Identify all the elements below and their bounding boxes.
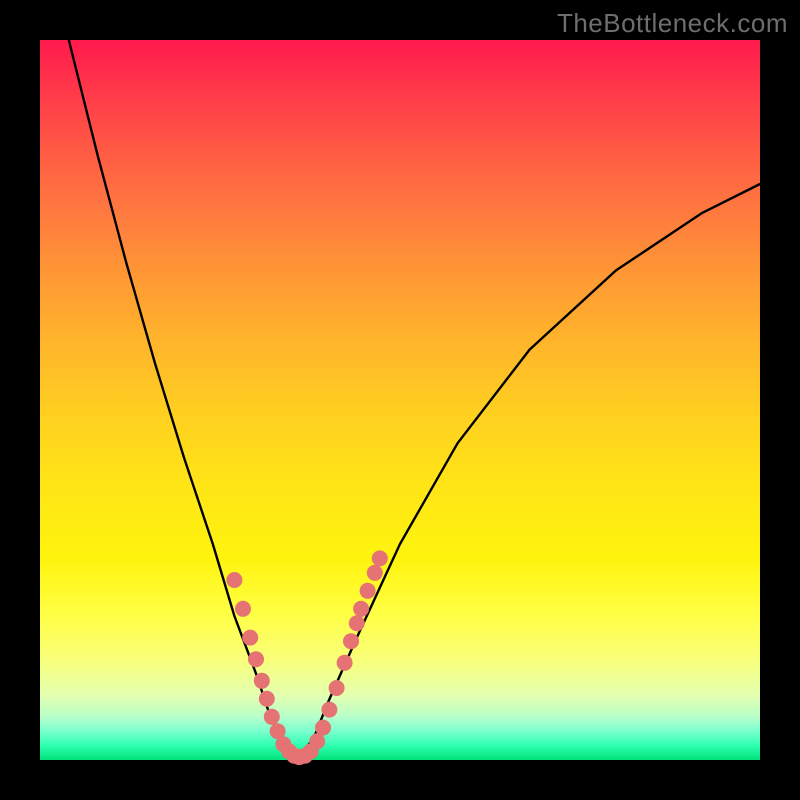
curve-layer	[69, 40, 760, 760]
chart-svg	[0, 0, 800, 800]
marker-dot	[337, 655, 353, 671]
marker-dot	[242, 630, 258, 646]
marker-dot	[264, 709, 280, 725]
marker-dot	[254, 673, 270, 689]
marker-dot	[343, 633, 359, 649]
marker-dot	[329, 680, 345, 696]
marker-dot	[235, 601, 251, 617]
marker-dot	[349, 615, 365, 631]
marker-dot	[226, 572, 242, 588]
watermark-text: TheBottleneck.com	[557, 8, 788, 39]
marker-dot	[372, 550, 388, 566]
marker-dot	[360, 583, 376, 599]
marker-layer	[226, 550, 387, 765]
marker-dot	[367, 565, 383, 581]
marker-dot	[321, 702, 337, 718]
curve-line	[69, 40, 760, 760]
marker-dot	[248, 651, 264, 667]
marker-dot	[353, 601, 369, 617]
marker-dot	[315, 720, 331, 736]
marker-dot	[259, 691, 275, 707]
marker-dot	[309, 733, 325, 749]
